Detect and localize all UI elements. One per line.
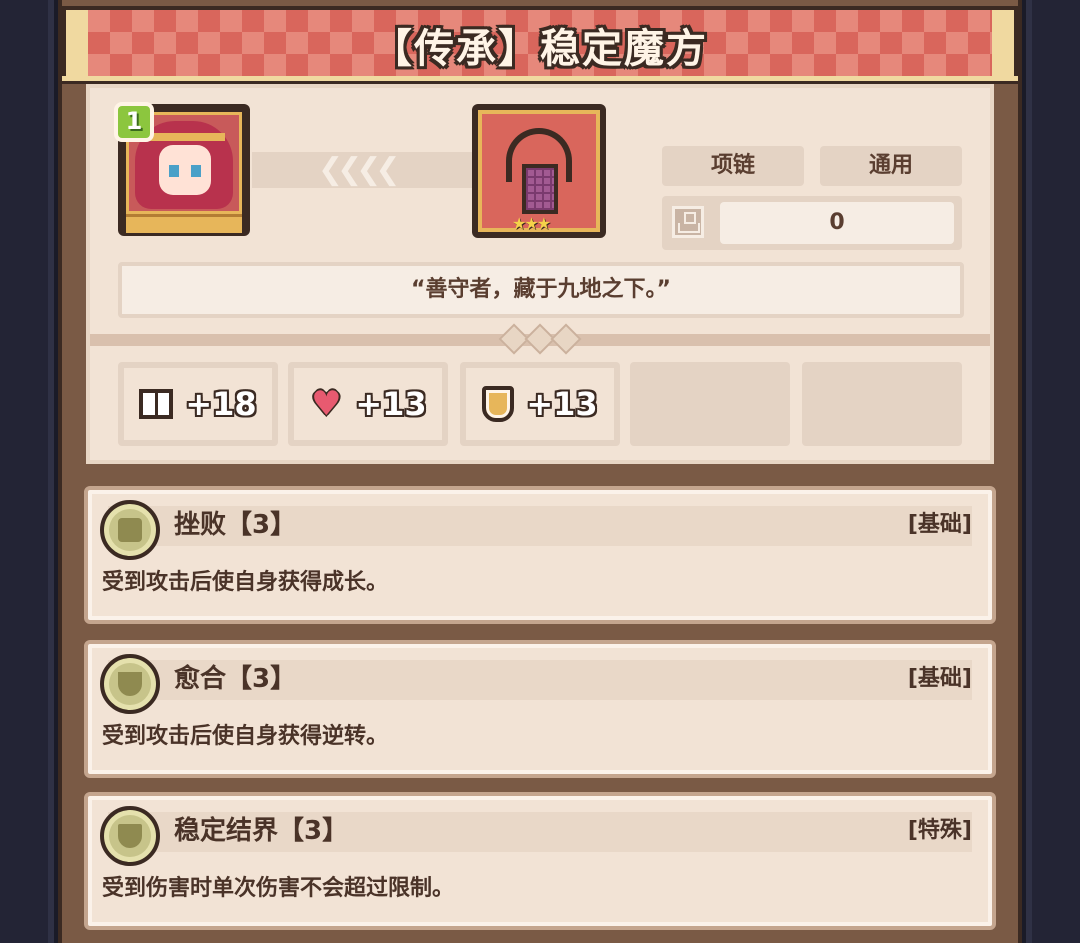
stat-slot-attack: +18 [118, 362, 278, 446]
skill-name: 挫败【3】 [174, 510, 297, 540]
stat-slot-defense: +13 [460, 362, 620, 446]
skill-description: 受到攻击后使自身获得逆转。 [102, 724, 389, 749]
frame-right [1026, 0, 1080, 943]
stat-slot-empty [630, 362, 790, 446]
divider-ornament [490, 323, 590, 355]
item-quote: “善守者，藏于九地之下。” [118, 262, 964, 318]
skill-type: [基础] [907, 512, 972, 537]
heart-icon: ♥ [311, 384, 342, 424]
inventory-icon [672, 206, 704, 238]
skill-description: 受到攻击后使自身获得成长。 [102, 570, 389, 595]
tag-slot: 项链 [662, 146, 804, 186]
page-title: 【传承】稳定魔方 [372, 26, 708, 72]
title-banner: 【传承】稳定魔方 [62, 6, 1018, 82]
skill-type: [基础] [907, 666, 972, 691]
stat-slot-empty [802, 362, 962, 446]
stat-value: +13 [526, 385, 598, 423]
shield-icon [100, 806, 160, 866]
skill-type: [特殊] [907, 818, 972, 843]
owned-count: 0 [662, 196, 962, 250]
skill-card[interactable]: 愈合【3】 [基础] 受到攻击后使自身获得逆转。 [84, 640, 996, 778]
transfer-arrows-icon: ❮❮❮❮ [318, 152, 401, 187]
cup-icon [100, 654, 160, 714]
skill-name: 愈合【3】 [174, 664, 297, 694]
owned-count-value: 0 [720, 202, 954, 244]
frame-left [0, 0, 54, 943]
tag-class: 通用 [820, 146, 962, 186]
stat-slot-health: ♥ +13 [288, 362, 448, 446]
stat-value: +18 [185, 385, 257, 423]
shield-icon [482, 386, 515, 422]
skill-name: 稳定结界【3】 [174, 816, 349, 846]
skill-description: 受到伤害时单次伤害不会超过限制。 [102, 876, 455, 901]
skull-icon [100, 500, 160, 560]
stat-value: +13 [355, 385, 427, 423]
rarity-stars-icon: ★★★ [512, 214, 551, 233]
item-icon-necklace[interactable]: ★★★ [472, 104, 606, 238]
skill-card[interactable]: 挫败【3】 [基础] 受到攻击后使自身获得成长。 [84, 486, 996, 624]
book-icon [139, 389, 174, 419]
level-badge: 1 [114, 102, 154, 142]
skill-card[interactable]: 稳定结界【3】 [特殊] 受到伤害时单次伤害不会超过限制。 [84, 792, 996, 930]
